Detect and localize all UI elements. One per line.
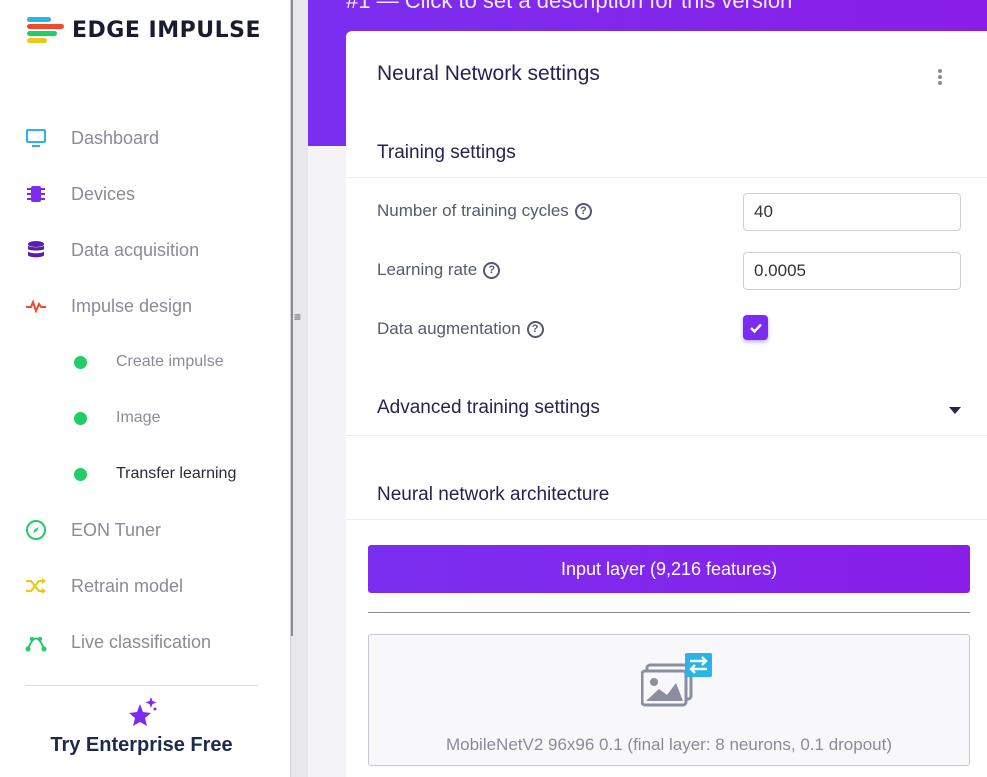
sidebar-item-label: Live classification <box>71 631 212 652</box>
logo-text: EDGE IMPULSE <box>72 17 261 43</box>
section-divider <box>346 435 987 436</box>
status-dot-icon <box>74 355 87 369</box>
sidebar-item-label: Dashboard <box>71 127 160 148</box>
data-augmentation-label: Data augmentation ? <box>377 319 544 339</box>
sidebar-item-label: Devices <box>71 183 136 204</box>
image-transfer-icon <box>640 651 713 707</box>
layer-divider <box>368 612 970 613</box>
sidebar-item-live-classification[interactable]: Live classification <box>24 627 211 657</box>
training-cycles-label: Number of training cycles ? <box>377 201 592 221</box>
training-cycles-label-text: Number of training cycles <box>377 201 569 220</box>
section-divider <box>346 519 987 520</box>
compass-icon <box>24 518 48 542</box>
card-title: Neural Network settings <box>377 62 600 85</box>
sidebar-subitem-label: Transfer learning <box>116 465 237 482</box>
data-augmentation-label-text: Data augmentation <box>377 319 521 338</box>
sidebar-item-label: EON Tuner <box>71 519 162 540</box>
sidebar-item-label: Retrain model <box>71 575 184 596</box>
chip-icon <box>24 182 48 206</box>
network-icon <box>24 630 48 654</box>
sidebar-item-label: Impulse design <box>71 295 193 316</box>
edge-impulse-logo[interactable]: EDGE IMPULSE <box>27 15 261 45</box>
sidebar-item-label: Data acquisition <box>71 239 200 260</box>
sidebar-resize-handle[interactable]: ≡ <box>290 0 308 777</box>
checkmark-icon <box>749 323 762 333</box>
model-layer-box[interactable]: MobileNetV2 96x96 0.1 (final layer: 8 ne… <box>368 634 970 766</box>
learning-rate-input[interactable] <box>743 252 961 290</box>
sidebar-subitem-image[interactable]: Image <box>74 403 160 433</box>
learning-rate-label: Learning rate ? <box>377 260 501 280</box>
version-description-link[interactable]: #1 — Click to set a description for this… <box>346 0 792 14</box>
sidebar-subitem-label: Image <box>116 409 161 426</box>
sidebar-item-devices[interactable]: Devices <box>24 179 135 209</box>
sidebar-divider <box>25 685 258 686</box>
sidebar-subitem-transfer-learning[interactable]: Transfer learning <box>74 459 236 489</box>
status-dot-icon <box>74 467 87 481</box>
more-options-icon[interactable] <box>936 69 944 87</box>
chevron-down-icon[interactable] <box>949 407 961 414</box>
sidebar-item-retrain-model[interactable]: Retrain model <box>24 571 183 601</box>
model-label: MobileNetV2 96x96 0.1 (final layer: 8 ne… <box>445 735 893 754</box>
training-cycles-input[interactable] <box>743 193 961 231</box>
monitor-icon <box>24 126 48 150</box>
pulse-icon <box>24 294 48 318</box>
logo-mark-icon <box>27 15 64 45</box>
sidebar-item-eon-tuner[interactable]: EON Tuner <box>24 515 161 545</box>
drag-grip-icon: ≡ <box>294 310 302 324</box>
advanced-training-settings-toggle[interactable]: Advanced training settings <box>377 397 600 419</box>
try-enterprise-link[interactable]: Try Enterprise Free <box>0 734 283 757</box>
help-icon[interactable]: ? <box>483 261 501 279</box>
learning-rate-label-text: Learning rate <box>377 260 478 279</box>
sidebar-item-impulse-design[interactable]: Impulse design <box>24 291 192 321</box>
splitter-edge <box>291 0 293 636</box>
database-icon <box>24 238 48 262</box>
section-divider <box>346 177 987 178</box>
sidebar: EDGE IMPULSE Dashboard Devices Data acqu… <box>0 0 290 777</box>
help-icon[interactable]: ? <box>526 320 544 338</box>
neural-network-settings-card: Neural Network settings Training setting… <box>346 31 987 777</box>
sidebar-subitem-label: Create impulse <box>116 353 224 370</box>
help-icon[interactable]: ? <box>574 202 592 220</box>
architecture-title: Neural network architecture <box>377 484 610 505</box>
shuffle-icon <box>24 574 48 598</box>
data-augmentation-checkbox[interactable] <box>743 315 768 340</box>
sidebar-item-dashboard[interactable]: Dashboard <box>24 123 159 153</box>
sidebar-item-data-acquisition[interactable]: Data acquisition <box>24 235 199 265</box>
status-dot-icon <box>74 411 87 425</box>
training-settings-title: Training settings <box>377 142 516 163</box>
input-layer-button[interactable]: Input layer (9,216 features) <box>368 545 970 593</box>
sidebar-subitem-create-impulse[interactable]: Create impulse <box>74 347 224 377</box>
sparkle-star-icon <box>125 695 159 729</box>
